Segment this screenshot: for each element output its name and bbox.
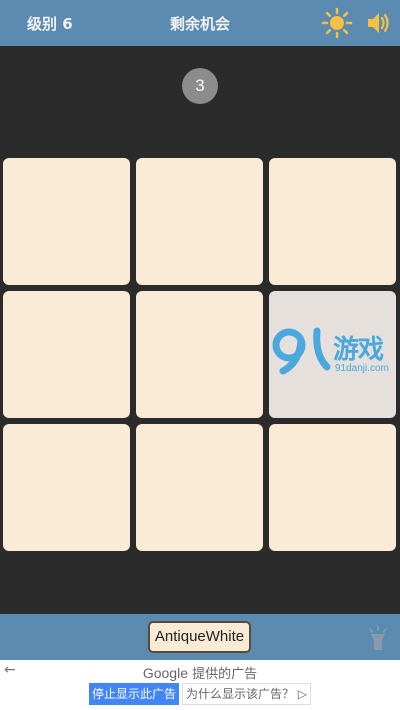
tile-grid: 游戏 91danji.com [3, 158, 397, 551]
ad-title-suffix: 提供的广告 [188, 667, 258, 682]
tile-4[interactable] [3, 291, 130, 418]
watermark-logo-icon [272, 327, 331, 375]
tile-9[interactable] [269, 424, 396, 551]
tile-6-odd[interactable]: 游戏 91danji.com [269, 291, 396, 418]
tile-1[interactable] [3, 158, 130, 285]
tile-5[interactable] [136, 291, 263, 418]
color-name-button[interactable]: AntiqueWhite [148, 621, 251, 653]
watermark-brand: 游戏 [333, 335, 384, 365]
watermark-domain: 91danji.com [335, 363, 389, 374]
ad-brand: Google [142, 665, 188, 681]
stop-ad-button[interactable]: 停止显示此广告 [89, 683, 179, 705]
flashlight-icon[interactable] [366, 625, 390, 651]
ad-bar: ← Google 提供的广告 停止显示此广告 为什么显示该广告？ ▷ [0, 660, 400, 710]
tile-8[interactable] [136, 424, 263, 551]
tile-7[interactable] [3, 424, 130, 551]
sun-icon[interactable] [321, 7, 353, 39]
bottom-bar: AntiqueWhite [0, 614, 400, 660]
tile-3[interactable] [269, 158, 396, 285]
speaker-icon[interactable] [365, 9, 393, 37]
counter-badge: 3 [182, 68, 218, 104]
tile-2[interactable] [136, 158, 263, 285]
top-bar: 级别 6 剩余机会 [0, 0, 400, 46]
why-ad-button[interactable]: 为什么显示该广告？ ▷ [182, 683, 311, 705]
ad-title: Google 提供的广告 [0, 663, 400, 682]
